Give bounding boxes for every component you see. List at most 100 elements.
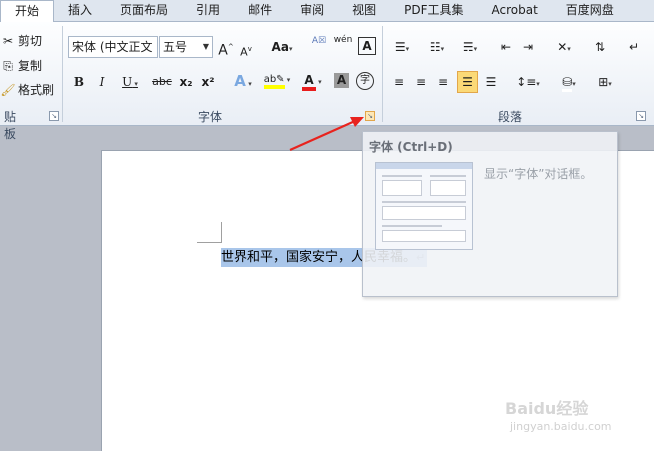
align-right-icon: ≡ xyxy=(437,75,449,89)
format-painter-label: 格式刷 xyxy=(18,83,55,97)
baidu-watermark-logo: Baidu经验 xyxy=(505,395,588,419)
paragraph-mark-icon: ↵ xyxy=(628,40,640,54)
chinese-layout-icon: ✕ xyxy=(557,40,568,54)
strikethrough-button[interactable]: abc xyxy=(151,72,173,92)
italic-button[interactable]: I xyxy=(95,72,109,92)
change-case-icon: Aa xyxy=(271,40,289,54)
paintbrush-icon: 🖌 xyxy=(0,82,16,97)
phonetic-guide-button[interactable]: wén xyxy=(332,35,354,55)
strikethrough-icon: abc xyxy=(152,75,172,88)
cut-button[interactable]: ✂ 剪切 xyxy=(0,32,42,49)
clear-formatting-icon: A☒ xyxy=(311,36,327,46)
font-name-value: 宋体 (中文正文 xyxy=(72,40,153,54)
tab-mailings[interactable]: 邮件 xyxy=(234,0,286,22)
watermark-brand: Baidu经验 xyxy=(505,399,589,418)
watermark-url: jingyan.baidu.com xyxy=(510,420,612,433)
align-right-button[interactable]: ≡ xyxy=(434,72,452,92)
align-left-button[interactable]: ≡ xyxy=(390,72,408,92)
tab-page-layout[interactable]: 页面布局 xyxy=(106,0,182,22)
superscript-button[interactable]: x² xyxy=(199,72,217,92)
enclose-characters-button[interactable]: 字 xyxy=(356,72,374,90)
font-color-icon: A xyxy=(302,73,316,91)
font-color-button[interactable]: A ▾ xyxy=(297,70,327,91)
chevron-down-icon: ▼ xyxy=(202,42,209,51)
justify-icon: ☰ xyxy=(462,75,473,89)
paint-bucket-icon: ⛁ xyxy=(562,75,573,92)
line-spacing-icon: ↕≡ xyxy=(516,75,537,89)
change-case-button[interactable]: Aa▾ xyxy=(268,37,296,57)
tab-view[interactable]: 视图 xyxy=(338,0,390,22)
format-painter-button[interactable]: 🖌 格式刷 xyxy=(0,81,54,98)
italic-icon: I xyxy=(99,75,105,89)
align-center-button[interactable]: ≡ xyxy=(412,72,430,92)
paragraph-dialog-launcher[interactable]: ↘ xyxy=(636,111,646,121)
numbering-button[interactable]: ☷▾ xyxy=(424,37,450,57)
font-size-combo[interactable]: 五号 ▼ xyxy=(159,36,213,58)
multilevel-list-icon: ☴ xyxy=(462,40,474,54)
tab-pdf-tools[interactable]: PDF工具集 xyxy=(390,0,477,22)
tab-references[interactable]: 引用 xyxy=(182,0,234,22)
borders-icon: ⊞ xyxy=(598,75,609,89)
shrink-font-button[interactable]: Av xyxy=(237,39,255,59)
sort-button[interactable]: ⇅ xyxy=(590,37,610,57)
decrease-indent-icon: ⇤ xyxy=(500,40,512,54)
ribbon-tab-bar: 开始 插入 页面布局 引用 邮件 审阅 视图 PDF工具集 Acrobat 百度… xyxy=(0,0,654,23)
shading-button[interactable]: ⛁▾ xyxy=(553,72,585,92)
phonetic-guide-icon: wén xyxy=(333,35,353,45)
clipboard-dialog-launcher[interactable]: ↘ xyxy=(49,111,59,121)
font-size-value: 五号 xyxy=(163,40,188,54)
font-dialog-launcher[interactable]: ↘ xyxy=(365,111,375,121)
justify-button[interactable]: ☰ xyxy=(457,71,478,93)
bold-icon: B xyxy=(73,75,85,89)
shrink-font-icon: A xyxy=(240,45,248,59)
show-marks-button[interactable]: ↵ xyxy=(626,37,642,57)
font-group-label: 字体 xyxy=(197,110,222,124)
chinese-layout-button[interactable]: ✕▾ xyxy=(550,37,578,57)
distributed-button[interactable]: ☰ xyxy=(482,72,500,92)
numbered-list-icon: ☷ xyxy=(429,40,441,54)
clear-formatting-button[interactable]: A☒ xyxy=(309,36,329,56)
align-left-icon: ≡ xyxy=(393,75,405,89)
underline-icon: U xyxy=(122,75,133,89)
tab-home[interactable]: 开始 xyxy=(0,0,55,23)
increase-indent-button[interactable]: ⇥ xyxy=(519,37,537,57)
tab-insert[interactable]: 插入 xyxy=(54,0,106,22)
sort-icon: ⇅ xyxy=(594,40,606,54)
font-name-combo[interactable]: 宋体 (中文正文 xyxy=(68,36,158,58)
tooltip-title: 字体 (Ctrl+D) xyxy=(369,140,453,154)
multilevel-list-button[interactable]: ☴▾ xyxy=(456,37,484,57)
tab-baidu-netdisk[interactable]: 百度网盘 xyxy=(552,0,628,22)
scissors-icon: ✂ xyxy=(2,33,14,48)
decrease-indent-button[interactable]: ⇤ xyxy=(497,37,515,57)
highlight-button[interactable]: ab✎ ▾ xyxy=(261,70,293,90)
font-dialog-tooltip: 字体 (Ctrl+D) 显示“字体”对话框。 xyxy=(362,131,618,297)
tab-acrobat[interactable]: Acrobat xyxy=(478,0,552,22)
borders-button[interactable]: ⊞▾ xyxy=(591,72,619,92)
grow-font-button[interactable]: A^ xyxy=(216,37,236,59)
subscript-icon: x₂ xyxy=(179,75,193,89)
enclose-characters-icon: 字 xyxy=(360,75,370,86)
ribbon: ✂ 剪切 ⎘ 复制 🖌 格式刷 贴板 ↘ 宋体 (中文正文 五号 ▼ A^ Av… xyxy=(0,22,654,141)
text-effects-button[interactable]: A ▾ xyxy=(229,71,257,91)
group-divider xyxy=(382,26,383,122)
character-shading-button[interactable]: A xyxy=(334,73,349,88)
align-center-icon: ≡ xyxy=(415,75,427,89)
subscript-button[interactable]: x₂ xyxy=(177,72,195,92)
underline-button[interactable]: U ▾ xyxy=(117,72,143,92)
superscript-icon: x² xyxy=(201,75,215,89)
copy-button[interactable]: ⎘ 复制 xyxy=(0,57,42,74)
copy-label: 复制 xyxy=(18,59,43,73)
margin-corner-mark xyxy=(197,242,222,243)
bullets-button[interactable]: ☰▾ xyxy=(390,37,414,57)
character-border-icon: A xyxy=(362,39,372,53)
tab-review[interactable]: 审阅 xyxy=(286,0,338,22)
line-spacing-button[interactable]: ↕≡▾ xyxy=(513,72,543,92)
character-border-button[interactable]: A xyxy=(358,37,376,55)
tooltip-description: 显示“字体”对话框。 xyxy=(484,167,593,181)
highlighter-icon: ab✎ xyxy=(263,74,285,89)
bold-button[interactable]: B xyxy=(71,72,87,92)
text-effects-icon: A xyxy=(234,72,246,90)
distributed-align-icon: ☰ xyxy=(485,75,497,89)
clipboard-group-label: 贴板 xyxy=(3,110,16,141)
grow-font-icon: A xyxy=(218,42,228,59)
